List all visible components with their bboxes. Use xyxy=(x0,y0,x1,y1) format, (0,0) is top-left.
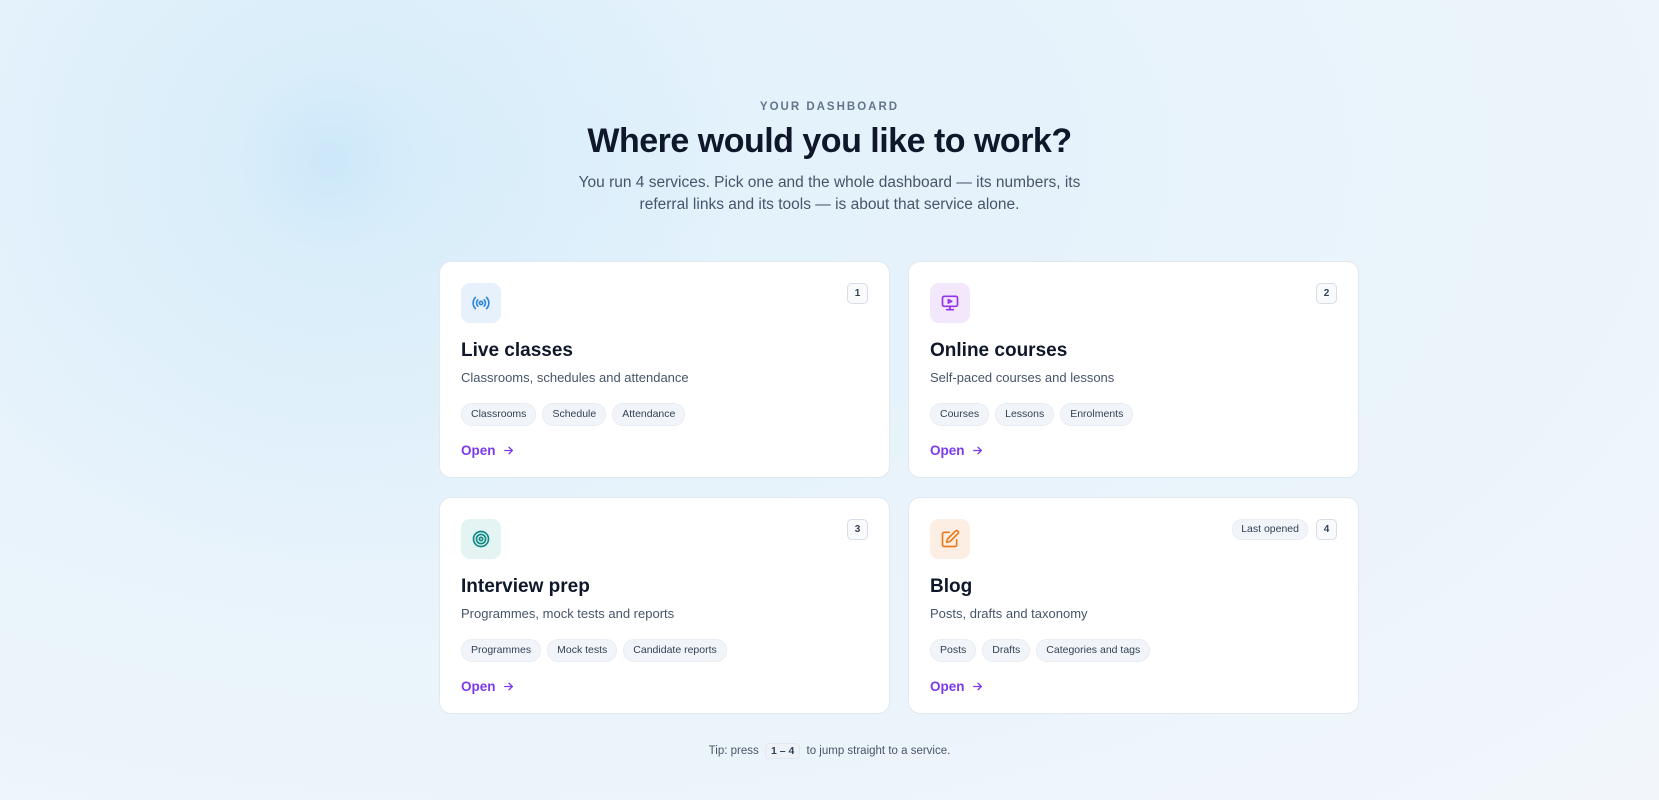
eyebrow-label: YOUR DASHBOARD xyxy=(759,101,900,113)
service-card-blog[interactable]: Last opened 4 Blog Posts, drafts and tax… xyxy=(908,497,1359,714)
card-description: Self-paced courses and lessons xyxy=(930,370,1115,385)
tip-prefix: Tip: press xyxy=(708,745,759,757)
open-label: Open xyxy=(461,443,496,458)
shortcut-badge: 3 xyxy=(847,519,868,540)
tag: Categories and tags xyxy=(1036,639,1151,662)
tag: Classrooms xyxy=(461,403,537,426)
arrow-right-icon xyxy=(503,446,513,455)
card-title: Online courses xyxy=(930,340,1068,361)
page-subtitle: You run 4 services. Pick one and the who… xyxy=(578,174,1081,213)
page-title: Where would you like to work? xyxy=(587,122,1072,160)
arrow-right-icon xyxy=(972,682,982,691)
last-opened-badge: Last opened xyxy=(1232,519,1308,540)
edit-icon xyxy=(941,529,960,548)
tag: Schedule xyxy=(542,403,607,426)
card-description: Classrooms, schedules and attendance xyxy=(461,370,689,385)
card-title: Blog xyxy=(930,576,973,597)
icon-tile xyxy=(461,283,501,323)
target-icon xyxy=(472,530,490,548)
tag: Enrolments xyxy=(1060,403,1134,426)
tag-list: Posts Drafts Categories and tags xyxy=(930,639,1337,662)
open-label: Open xyxy=(461,679,496,694)
card-corner: Last opened 4 xyxy=(1232,519,1337,540)
icon-tile xyxy=(930,283,970,323)
arrow-right-icon xyxy=(503,682,513,691)
tag: Lessons xyxy=(995,403,1055,426)
open-link[interactable]: Open xyxy=(930,679,984,694)
shortcut-keys: 1 – 4 xyxy=(764,743,801,759)
open-label: Open xyxy=(930,679,965,694)
tag: Mock tests xyxy=(547,639,618,662)
open-link[interactable]: Open xyxy=(930,443,984,458)
service-card-online-courses[interactable]: 2 Online courses Self-paced courses and … xyxy=(908,261,1359,478)
card-title: Live classes xyxy=(461,340,573,361)
tip-suffix: to jump straight to a service. xyxy=(806,745,951,757)
card-corner: 2 xyxy=(1316,283,1337,304)
tag-list: Courses Lessons Enrolments xyxy=(930,403,1337,426)
icon-tile xyxy=(930,519,970,559)
service-card-live-classes[interactable]: 1 Live classes Classrooms, schedules and… xyxy=(439,261,890,478)
card-corner: 1 xyxy=(847,283,868,304)
service-grid: 1 Live classes Classrooms, schedules and… xyxy=(439,261,1359,714)
tag: Programmes xyxy=(461,639,542,662)
tag: Candidate reports xyxy=(623,639,727,662)
arrow-right-icon xyxy=(972,446,982,455)
shortcut-badge: 1 xyxy=(847,283,868,304)
open-label: Open xyxy=(930,443,965,458)
tag: Posts xyxy=(930,639,977,662)
tag-list: Classrooms Schedule Attendance xyxy=(461,403,868,426)
tag: Courses xyxy=(930,403,990,426)
service-card-interview-prep[interactable]: 3 Interview prep Programmes, mock tests … xyxy=(439,497,890,714)
shortcut-badge: 2 xyxy=(1316,283,1337,304)
monitor-play-icon xyxy=(941,295,959,311)
keyboard-tip: Tip: press 1 – 4 to jump straight to a s… xyxy=(0,743,1659,759)
tag-list: Programmes Mock tests Candidate reports xyxy=(461,639,868,662)
tag: Drafts xyxy=(982,639,1031,662)
card-title: Interview prep xyxy=(461,576,590,597)
card-corner: 3 xyxy=(847,519,868,540)
card-description: Programmes, mock tests and reports xyxy=(461,606,675,621)
card-description: Posts, drafts and taxonomy xyxy=(930,606,1088,621)
broadcast-icon xyxy=(472,296,490,310)
tag: Attendance xyxy=(612,403,686,426)
open-link[interactable]: Open xyxy=(461,443,515,458)
open-link[interactable]: Open xyxy=(461,679,515,694)
icon-tile xyxy=(461,519,501,559)
shortcut-badge: 4 xyxy=(1316,519,1337,540)
